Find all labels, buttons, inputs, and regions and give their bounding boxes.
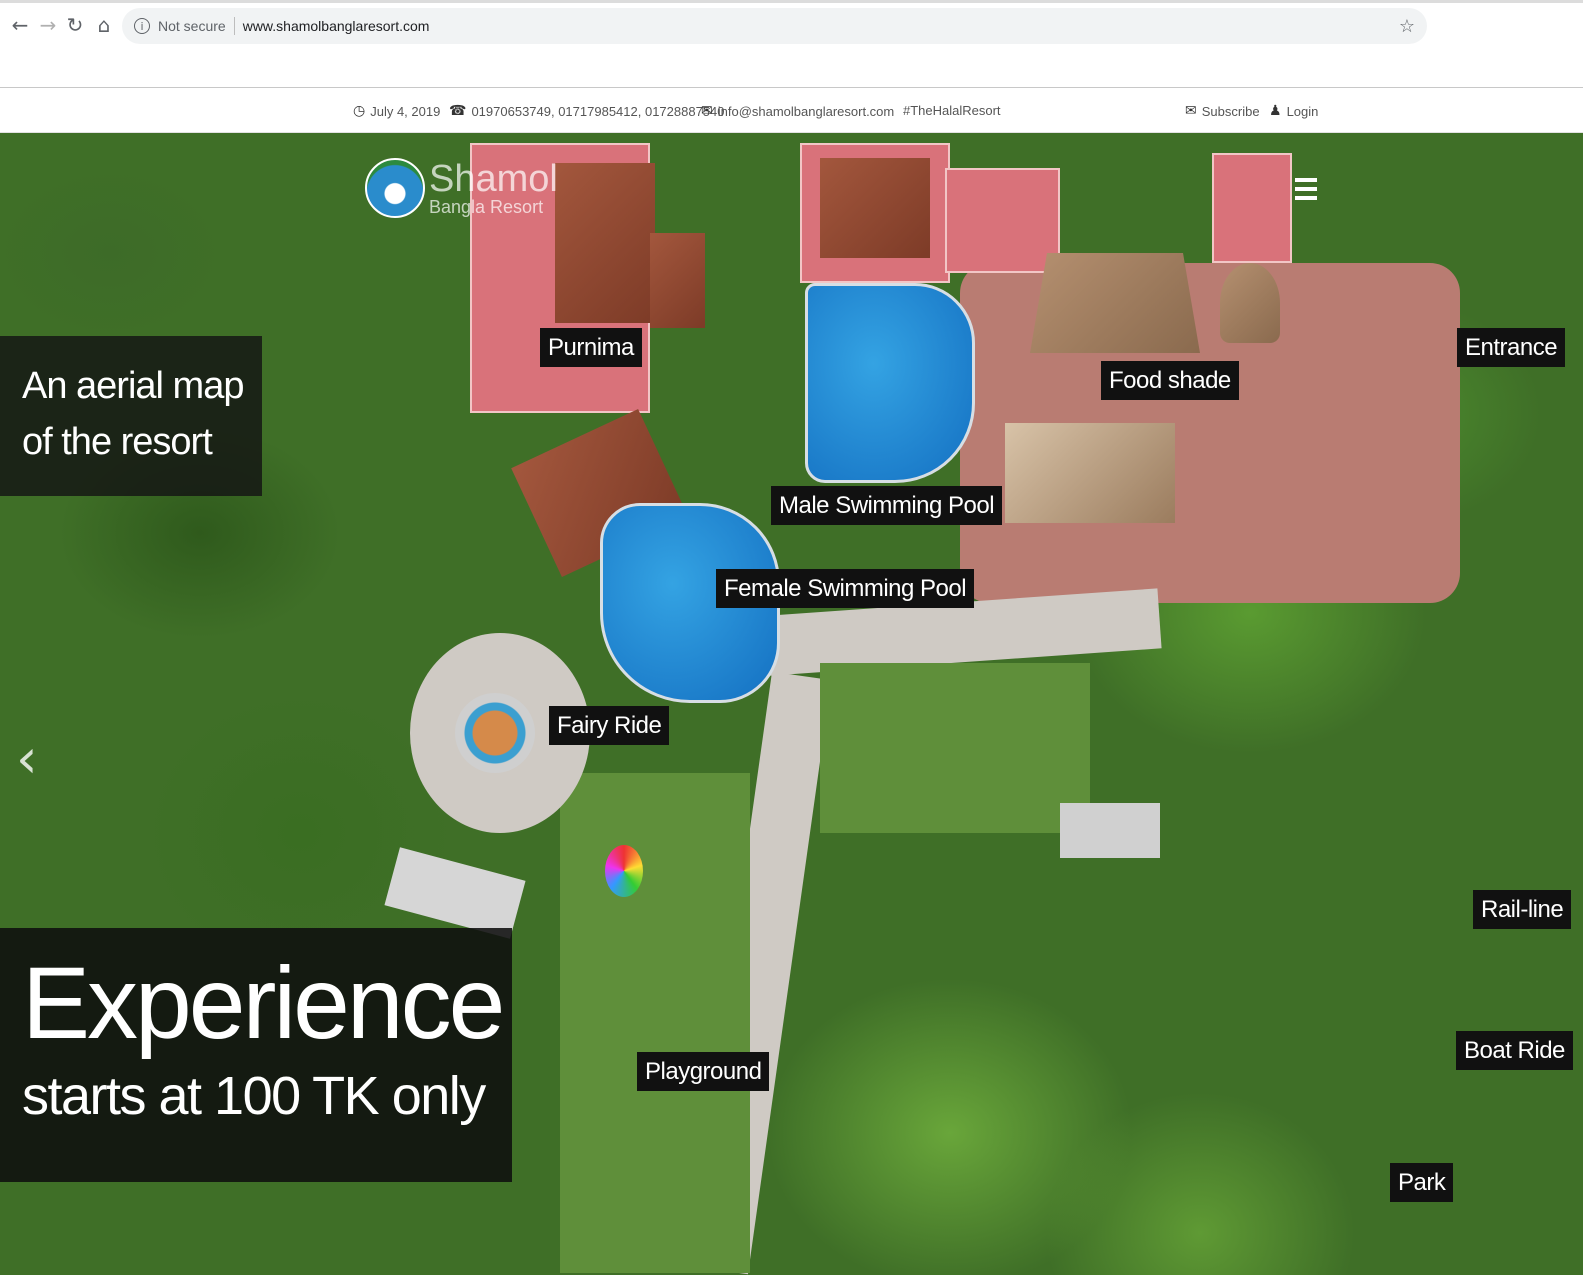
phone-item: ☎ 01970653749, 01717985412, 01728887540 — [449, 103, 725, 119]
home-icon[interactable]: ⌂ — [92, 12, 116, 38]
hashtag-item: #TheHalalResort — [903, 103, 1001, 118]
address-separator — [233, 17, 235, 35]
email-link[interactable]: info@shamolbanglaresort.com — [718, 104, 895, 119]
male-swimming-pool — [805, 283, 975, 483]
hero-aerial-map: Shamol Bangla Resort Purnima Food shade … — [0, 133, 1583, 1275]
hero-caption-aerial-map: An aerial map of the resort — [0, 336, 262, 496]
security-label: Not secure — [158, 18, 226, 34]
logo-emblem — [365, 158, 425, 218]
map-label-rail-line: Rail-line — [1473, 890, 1572, 929]
date-text: July 4, 2019 — [370, 103, 441, 119]
phone-numbers[interactable]: 01970653749, 01717985412, 01728887540 — [471, 104, 724, 119]
hall-roof — [1005, 423, 1175, 523]
browser-chrome: ← → ↻ ⌂ i Not secure www.shamolbanglares… — [0, 0, 1583, 88]
clock-icon: ◷ — [353, 103, 366, 119]
logo-text: Shamol Bangla Resort — [429, 160, 558, 216]
date-item: ◷ July 4, 2019 — [353, 103, 440, 119]
phone-icon: ☎ — [449, 103, 467, 119]
email-item: ✉ info@shamolbanglaresort.com — [701, 103, 894, 119]
playground-lawn — [560, 773, 750, 1273]
kiosk — [1220, 263, 1280, 343]
pool-building-roof — [820, 158, 930, 258]
login-label: Login — [1286, 103, 1319, 119]
hamburger-menu-icon[interactable] — [1295, 178, 1317, 200]
side-building — [945, 168, 1060, 273]
logo-line-2: Bangla Resort — [429, 197, 544, 217]
star-icon[interactable]: ☆ — [1399, 16, 1415, 37]
address-bar[interactable]: i Not secure www.shamolbanglaresort.com … — [122, 8, 1427, 44]
hero-caption-experience: Experience starts at 100 TK only — [0, 928, 512, 1182]
subscribe-label: Subscribe — [1201, 103, 1260, 119]
forward-arrow-icon[interactable]: → — [36, 12, 60, 38]
envelope-icon: ✉ — [701, 103, 713, 119]
site-logo[interactable]: Shamol Bangla Resort — [365, 158, 558, 218]
shed — [1060, 803, 1160, 858]
map-label-fairy-ride: Fairy Ride — [549, 706, 670, 745]
info-icon[interactable]: i — [134, 18, 150, 34]
subscribe-link[interactable]: ✉ Subscribe — [1185, 103, 1260, 119]
url-text[interactable]: www.shamolbanglaresort.com — [243, 18, 430, 34]
reload-icon[interactable]: ↻ — [63, 12, 87, 38]
back-arrow-icon[interactable]: ← — [8, 12, 32, 38]
map-label-food-shade: Food shade — [1101, 361, 1239, 400]
map-label-boat-ride: Boat Ride — [1456, 1031, 1573, 1070]
map-label-park: Park — [1390, 1163, 1454, 1202]
caption-headline: Experience — [22, 946, 505, 1060]
user-icon: ♟ — [1269, 103, 1282, 119]
hashtag-link[interactable]: #TheHalalResort — [903, 103, 1001, 118]
map-label-playground: Playground — [637, 1052, 770, 1091]
logo-line-1: Shamol — [429, 158, 558, 200]
caption-line-2: of the resort — [22, 421, 213, 463]
caption-line-1: An aerial map — [22, 365, 244, 407]
red-roof-building — [1212, 153, 1292, 263]
food-shade-hut — [1030, 253, 1200, 353]
fairy-ride-carousel — [455, 693, 535, 773]
browser-top-line — [0, 0, 1583, 3]
slider-prev-arrow-icon[interactable]: ‹ — [16, 732, 40, 786]
purnima-roof — [555, 163, 655, 323]
map-label-male-pool: Male Swimming Pool — [771, 486, 1003, 525]
map-label-female-pool: Female Swimming Pool — [716, 569, 975, 608]
shed — [384, 847, 526, 939]
lawn — [820, 663, 1090, 833]
map-label-entrance: Entrance — [1457, 328, 1566, 367]
umbrella — [605, 845, 643, 897]
login-link[interactable]: ♟ Login — [1269, 103, 1318, 119]
top-info-bar: ◷ July 4, 2019 ☎ 01970653749, 0171798541… — [0, 89, 1583, 133]
map-label-purnima: Purnima — [540, 328, 642, 367]
envelope-icon: ✉ — [1185, 103, 1197, 119]
caption-subline: starts at 100 TK only — [22, 1066, 486, 1126]
small-roof — [650, 233, 705, 328]
